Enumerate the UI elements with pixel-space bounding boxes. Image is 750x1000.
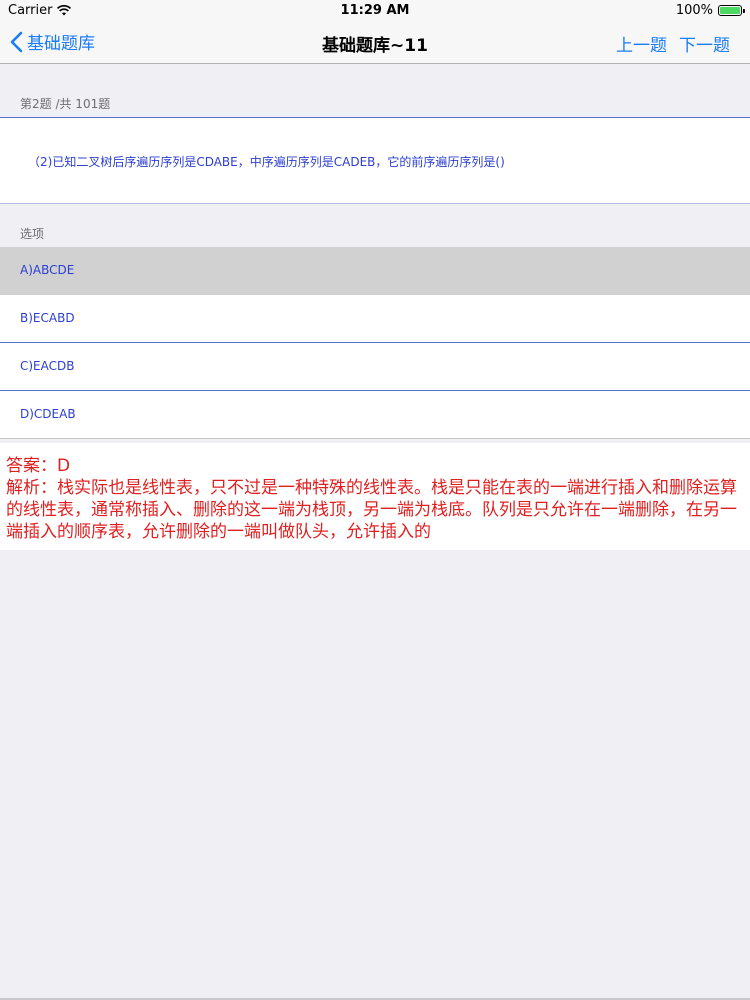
options-section-label: 选项 bbox=[20, 227, 45, 241]
question-text: （2)已知二叉树后序遍历序列是CDABE，中序遍历序列是CADEB，它的前序遍历… bbox=[28, 155, 505, 169]
analysis-text: 解析：栈实际也是线性表，只不过是一种特殊的线性表。栈是只能在表的一端进行插入和删… bbox=[6, 478, 737, 542]
option-b-label: B)ECABD bbox=[20, 311, 75, 325]
status-right: 100% bbox=[675, 3, 745, 18]
answer-block: 答案：D 解析：栈实际也是线性表，只不过是一种特殊的线性表。栈是只能在表的一端进… bbox=[0, 443, 750, 550]
battery-icon bbox=[718, 5, 745, 16]
option-a[interactable]: A)ABCDE bbox=[0, 247, 750, 295]
status-time: 11:29 AM bbox=[340, 3, 410, 18]
status-bar: Carrier 11:29 AM 100% bbox=[0, 0, 750, 22]
nav-bar: 基础题库 基础题库~11 上一题 下一题 bbox=[0, 22, 750, 64]
option-b[interactable]: B)ECABD bbox=[0, 295, 750, 343]
question-counter: 第2题 /共 101题 bbox=[20, 97, 111, 111]
question-box: （2)已知二叉树后序遍历序列是CDABE，中序遍历序列是CADEB，它的前序遍历… bbox=[0, 117, 750, 204]
next-question-button[interactable]: 下一题 bbox=[679, 31, 730, 56]
nav-right-buttons: 上一题 下一题 bbox=[616, 31, 730, 56]
option-c[interactable]: C)EACDB bbox=[0, 343, 750, 391]
back-button-label: 基础题库 bbox=[27, 34, 95, 54]
battery-percent: 100% bbox=[675, 3, 713, 18]
option-d-label: D)CDEAB bbox=[20, 407, 76, 421]
answer-line: 答案：D bbox=[6, 456, 71, 476]
option-c-label: C)EACDB bbox=[20, 359, 75, 373]
option-a-label: A)ABCDE bbox=[20, 263, 75, 277]
chevron-left-icon bbox=[10, 31, 23, 53]
prev-question-button[interactable]: 上一题 bbox=[616, 31, 667, 56]
options-list: A)ABCDE B)ECABD C)EACDB D)CDEAB bbox=[0, 247, 750, 439]
option-d[interactable]: D)CDEAB bbox=[0, 391, 750, 439]
back-button[interactable]: 基础题库 bbox=[10, 29, 95, 54]
battery-fill bbox=[720, 7, 740, 14]
